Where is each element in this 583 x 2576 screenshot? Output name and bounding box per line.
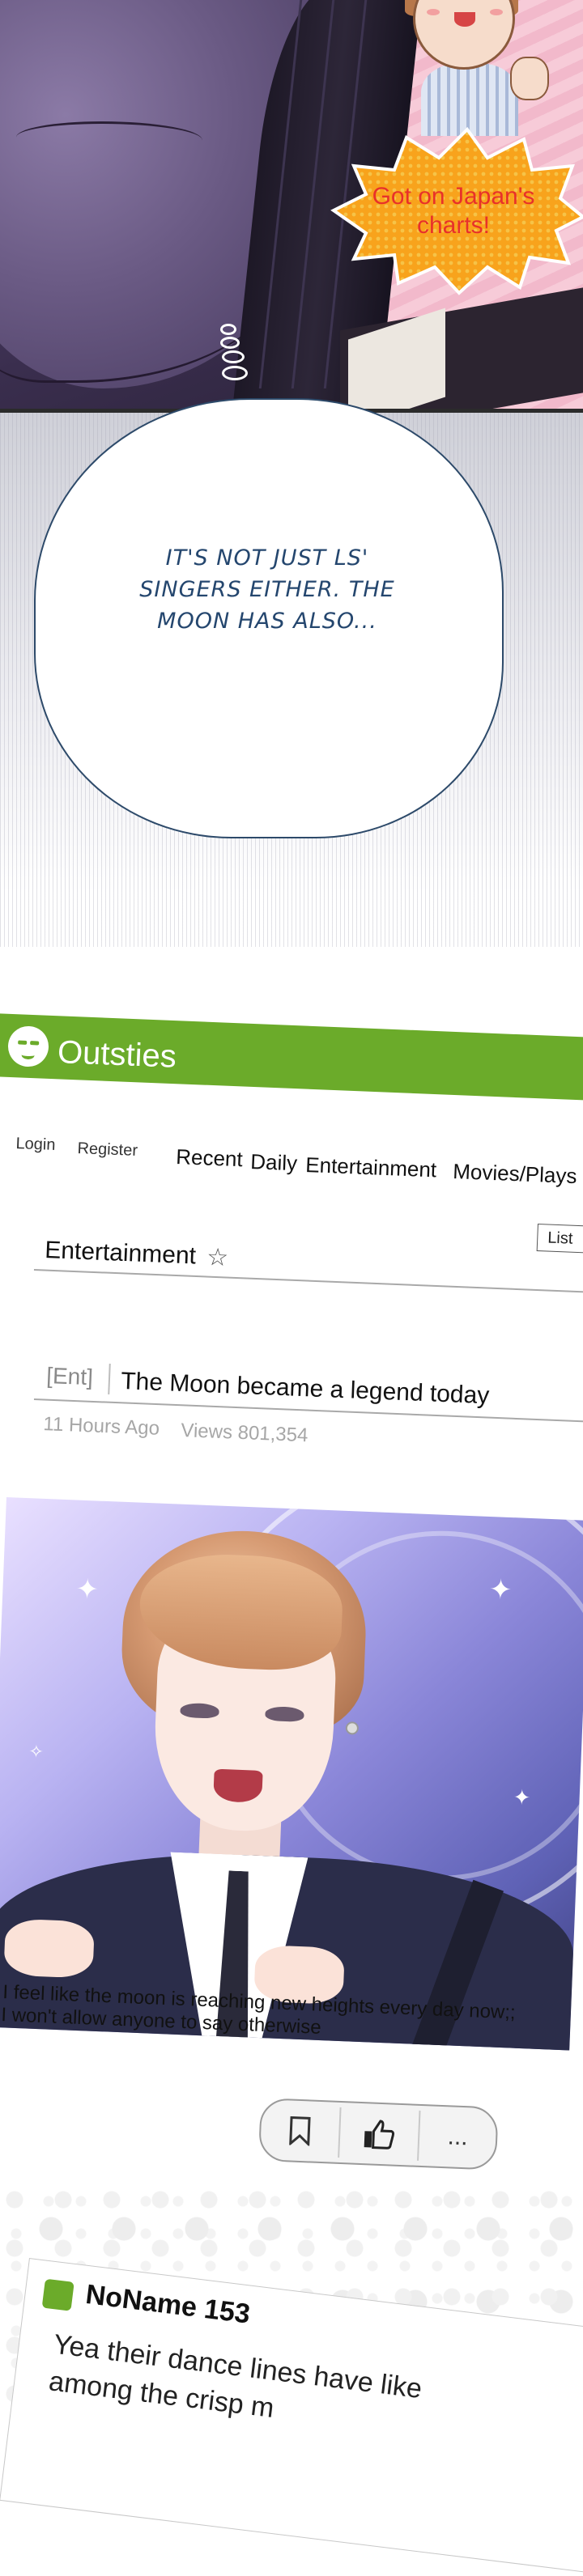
site-name[interactable]: Outsties [57, 1034, 177, 1076]
post-views: Views 801,354 [180, 1420, 309, 1447]
sparkle-icon: ✧ [28, 1741, 45, 1763]
nav-recent[interactable]: Recent [176, 1144, 244, 1172]
thought-trail-dot [220, 337, 240, 349]
list-button[interactable]: List [536, 1224, 583, 1254]
bookmark-icon [289, 2116, 311, 2146]
nav-entertainment[interactable]: Entertainment [305, 1152, 437, 1182]
tag-separator [108, 1363, 111, 1395]
divider [33, 1269, 583, 1293]
thought-trail-dot [220, 324, 236, 335]
comment-text: Yea their dance lines have like among th… [47, 2328, 424, 2425]
sparkle-icon: ✦ [488, 1574, 513, 1606]
nav-daily[interactable]: Daily [250, 1149, 298, 1176]
manga-panel-top: Got on Japan's charts! [0, 0, 583, 409]
post-time: 11 Hours Ago [42, 1413, 160, 1440]
post-tag: [Ent] [45, 1363, 94, 1390]
login-link[interactable]: Login [15, 1135, 56, 1155]
post-action-bar: ... [257, 2098, 499, 2171]
star-outline-icon[interactable]: ☆ [206, 1243, 229, 1272]
thought-trail-dot [222, 350, 245, 363]
burst-text: Got on Japan's charts! [372, 183, 535, 239]
more-button[interactable]: ... [419, 2106, 497, 2169]
thumbs-up-icon [364, 2120, 395, 2149]
post-image[interactable]: ✦ ✦ ✦ ✧ [0, 1497, 583, 2051]
thought-trail-dot [222, 366, 248, 380]
comment-username[interactable]: NoName 153 [84, 2279, 252, 2331]
sparkle-icon: ✦ [74, 1573, 100, 1606]
nav-movies-plays[interactable]: Movies/Plays [453, 1159, 577, 1189]
chibi-character [397, 0, 567, 138]
thought-text: It's not just LS' singers either. The mo… [139, 545, 395, 634]
like-button[interactable] [339, 2103, 419, 2166]
sparkle-icon: ✦ [513, 1785, 532, 1810]
board-title: Entertainment [44, 1237, 197, 1270]
bookmark-button[interactable] [260, 2099, 340, 2162]
peace-sign-hand [510, 57, 549, 100]
character-lips [16, 121, 202, 156]
user-badge-icon [41, 2278, 74, 2311]
idol-hand [3, 1918, 96, 1979]
register-link[interactable]: Register [77, 1139, 138, 1161]
